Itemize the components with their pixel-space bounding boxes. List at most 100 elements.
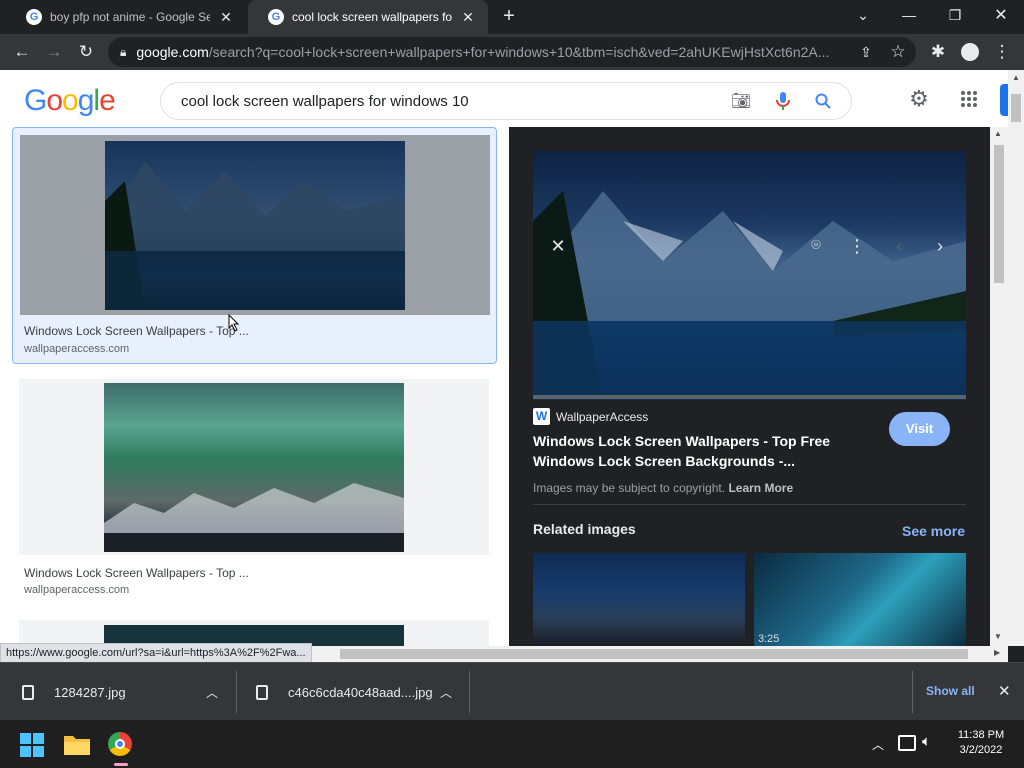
address-bar[interactable]: 🔒︎ google.com/search?q=cool+lock+screen+… (108, 37, 916, 67)
search-by-image-camera-icon[interactable]: 📷︎ (730, 90, 752, 112)
image-preview-panel: ✕ ⌾ ⋮ ‹ › W WallpaperAccess Windows Lock… (509, 127, 990, 646)
address-path: /search?q=cool+lock+screen+wallpapers+fo… (208, 44, 830, 60)
google-lens-icon[interactable]: ⌾ (801, 231, 831, 261)
visit-button[interactable]: Visit (889, 412, 950, 446)
forward-icon[interactable]: → (40, 38, 68, 66)
search-query: cool lock screen wallpapers for windows … (181, 92, 469, 110)
divider (912, 671, 913, 713)
previous-image-icon[interactable]: ‹ (884, 231, 914, 261)
page-content: Google cool lock screen wallpapers for w… (0, 70, 1008, 646)
related-image-badge: 3:25 (758, 633, 780, 645)
profile-avatar-icon[interactable] (956, 38, 984, 66)
scrollbar-thumb[interactable] (994, 145, 1004, 283)
inner-vertical-scrollbar[interactable]: ▲ ▼ (990, 127, 1008, 646)
chrome-taskbar-icon[interactable] (108, 732, 132, 756)
scroll-down-arrow-icon[interactable]: ▼ (994, 632, 1002, 641)
learn-more-link[interactable]: Learn More (728, 481, 793, 495)
settings-gear-icon[interactable]: ⚙︎ (908, 86, 930, 111)
close-download-bar-icon[interactable]: ✕ (998, 682, 1011, 700)
share-icon[interactable]: ⇪ (852, 38, 880, 66)
preview-title-line1[interactable]: Windows Lock Screen Wallpapers - Top Fre… (533, 433, 830, 449)
google-apps-grid-icon[interactable] (958, 88, 980, 110)
file-icon (256, 684, 268, 700)
scrollbar-thumb[interactable] (1011, 94, 1021, 122)
show-all-downloads-button[interactable]: Show all (926, 684, 975, 698)
clock-time: 11:38 PM (957, 729, 1005, 741)
google-logo[interactable]: Google (24, 84, 116, 118)
google-favicon-icon: G (268, 9, 284, 25)
scroll-right-arrow-icon[interactable]: ▶ (994, 648, 1000, 657)
scroll-up-arrow-icon[interactable]: ▲ (994, 129, 1002, 138)
related-images-heading: Related images (533, 521, 636, 537)
download-bar: 1284287.jpg ︿ c46c6cda40c48aad....jpg ︿ … (0, 662, 1024, 720)
source-favicon-icon: W (533, 408, 550, 425)
back-icon[interactable]: ← (8, 38, 36, 66)
new-tab-icon[interactable]: + (498, 5, 520, 27)
download-item-1[interactable]: 1284287.jpg ︿ (22, 663, 232, 721)
tab-strip: G boy pfp not anime - Google Sear ✕ G co… (0, 0, 1024, 34)
related-image-1[interactable] (533, 553, 745, 646)
divider (236, 671, 237, 713)
windows-start-icon[interactable] (20, 733, 44, 757)
network-icon[interactable] (898, 735, 916, 751)
divider (533, 504, 966, 505)
volume-icon[interactable]: 🔈︎ (922, 733, 931, 750)
preview-image[interactable] (533, 151, 966, 400)
scroll-up-arrow-icon[interactable]: ▲ (1011, 70, 1021, 86)
system-clock[interactable]: 11:38 PM 3/2/2022 (946, 729, 1016, 756)
reload-icon[interactable]: ↻ (72, 38, 100, 66)
sign-in-button-edge[interactable] (1000, 84, 1008, 116)
restore-icon[interactable]: ❐ (932, 0, 978, 30)
minimize-icon[interactable]: — (886, 0, 932, 30)
image-result-1[interactable]: Windows Lock Screen Wallpapers - Top ...… (12, 127, 497, 364)
extensions-icon[interactable]: ✱ (924, 38, 952, 66)
tab-boy-pfp[interactable]: G boy pfp not anime - Google Sear ✕ (6, 0, 246, 34)
lock-icon: 🔒︎ (120, 44, 127, 59)
related-image-2[interactable]: 3:25 (754, 553, 966, 646)
windows-taskbar: ︿ 🔈︎ 11:38 PM 3/2/2022 (0, 720, 1024, 768)
chevron-up-icon[interactable]: ︿ (206, 684, 218, 701)
tab-cool-lock-screen[interactable]: G cool lock screen wallpapers for w ✕ (248, 0, 488, 34)
aurora-mountains-thumbnail[interactable] (104, 383, 404, 552)
search-icon[interactable] (812, 90, 834, 112)
tab-title: cool lock screen wallpapers for w (292, 10, 452, 24)
scrollbar-thumb[interactable] (340, 649, 968, 659)
result-title[interactable]: Windows Lock Screen Wallpapers - Top ... (24, 324, 249, 338)
close-preview-icon[interactable]: ✕ (543, 231, 573, 261)
image-result-2[interactable]: Windows Lock Screen Wallpapers - Top ...… (12, 375, 497, 605)
next-image-icon[interactable]: › (925, 231, 955, 261)
address-host: google.com (136, 44, 209, 60)
vertical-scrollbar[interactable]: ▲ (1008, 70, 1024, 646)
mountain-lake-thumbnail[interactable] (105, 141, 405, 310)
preview-title-line2[interactable]: Windows Lock Screen Backgrounds -... (533, 453, 795, 469)
result-title[interactable]: Windows Lock Screen Wallpapers - Top ... (24, 566, 249, 580)
preview-progress-bar (533, 395, 966, 399)
download-filename: 1284287.jpg (54, 684, 126, 700)
chevron-up-icon[interactable]: ︿ (440, 684, 452, 701)
show-hidden-icons-chevron-icon[interactable]: ︿ (872, 736, 884, 753)
download-filename: c46c6cda40c48aad....jpg (288, 684, 433, 700)
tab-search-chevron-icon[interactable]: ⌄ (840, 0, 886, 30)
see-more-link[interactable]: See more (902, 523, 965, 539)
chrome-menu-icon[interactable]: ⋮ (988, 38, 1016, 66)
close-tab-icon[interactable]: ✕ (218, 9, 234, 26)
result-source[interactable]: wallpaperaccess.com (24, 584, 129, 596)
copyright-text: Images may be subject to copyright. (533, 481, 726, 495)
close-window-icon[interactable]: ✕ (978, 0, 1024, 30)
result-source[interactable]: wallpaperaccess.com (24, 343, 129, 355)
download-item-2[interactable]: c46c6cda40c48aad....jpg ︿ (256, 663, 466, 721)
close-tab-icon[interactable]: ✕ (460, 9, 476, 26)
file-explorer-icon[interactable] (64, 733, 90, 755)
source-name[interactable]: WallpaperAccess (556, 410, 648, 424)
browser-toolbar: ← → ↻ 🔒︎ google.com/search?q=cool+lock+s… (0, 34, 1024, 70)
voice-search-mic-icon[interactable] (772, 90, 794, 112)
clock-date: 3/2/2022 (959, 744, 1003, 756)
tab-title: boy pfp not anime - Google Sear (50, 10, 210, 24)
divider (469, 671, 470, 713)
google-favicon-icon: G (26, 9, 42, 25)
more-options-icon[interactable]: ⋮ (842, 231, 872, 261)
active-app-indicator (114, 763, 128, 766)
mouse-cursor-icon (228, 313, 240, 332)
bookmark-star-icon[interactable]: ☆ (884, 38, 912, 66)
file-icon (22, 684, 34, 700)
